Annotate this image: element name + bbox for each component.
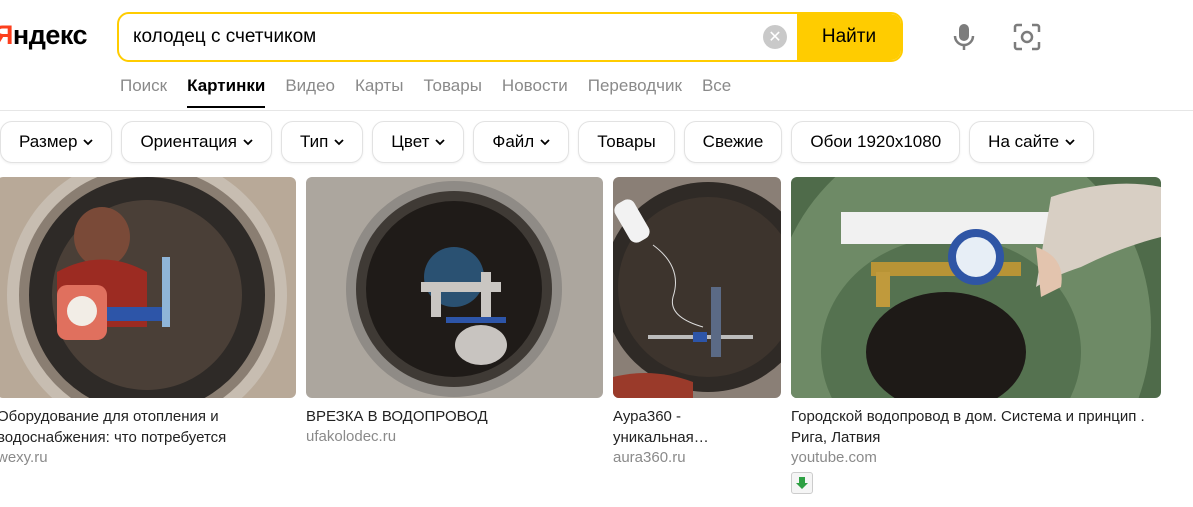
result-title-line: водоснабжения: что потребуется (0, 429, 227, 446)
filter-bar: Размер Ориентация Тип Цвет Файл Товары С… (0, 121, 1095, 163)
result-thumbnail[interactable] (791, 177, 1161, 398)
result-thumbnail[interactable] (613, 177, 781, 398)
result-title-line: Городской водопровод в дом. Система и пр… (791, 408, 1145, 425)
filter-label: Тип (299, 132, 329, 151)
image-search-button[interactable] (1012, 22, 1042, 57)
image-result-card[interactable]: Оборудование для отопления и водоснабжен… (0, 177, 296, 466)
result-title[interactable]: Аура360 - уникальная… (613, 406, 781, 448)
clear-search-button[interactable]: ✕ (763, 25, 787, 49)
filter-wallpapers[interactable]: Обои 1920x1080 (791, 121, 961, 163)
download-badge[interactable] (791, 472, 813, 494)
result-title-line: Аура360 - (613, 408, 682, 425)
green-well-meter-image (791, 177, 1161, 398)
result-host[interactable]: wexy.ru (0, 449, 296, 466)
result-title[interactable]: Оборудование для отопления и водоснабжен… (0, 406, 296, 448)
filter-label: Цвет (391, 132, 430, 151)
filter-label: Обои 1920x1080 (810, 132, 942, 151)
header-divider (0, 110, 1193, 111)
close-icon: ✕ (768, 29, 782, 46)
result-thumbnail[interactable] (306, 177, 603, 398)
well-meter-image (613, 177, 781, 398)
result-thumbnail[interactable] (0, 177, 296, 398)
chevron-down-icon (540, 139, 550, 146)
filter-products[interactable]: Товары (578, 121, 675, 163)
filter-label: Товары (597, 132, 656, 151)
filter-label: Файл (492, 132, 535, 151)
filter-label: Размер (19, 132, 78, 151)
image-result-card[interactable]: Городской водопровод в дом. Система и пр… (791, 177, 1161, 494)
chevron-down-icon (1065, 139, 1075, 146)
tab-translator[interactable]: Переводчик (588, 76, 682, 108)
filter-size[interactable]: Размер (0, 121, 113, 163)
filter-orientation[interactable]: Ориентация (121, 121, 272, 163)
result-title-line: уникальная… (613, 429, 709, 446)
search-input[interactable] (119, 14, 763, 60)
result-title-line: Рига, Латвия (791, 429, 881, 446)
well-worker-image (0, 177, 296, 398)
tab-search[interactable]: Поиск (120, 76, 167, 108)
filter-type[interactable]: Тип (280, 121, 364, 163)
result-host[interactable]: youtube.com (791, 449, 1161, 466)
filter-on-site[interactable]: На сайте (969, 121, 1095, 163)
tab-news[interactable]: Новости (502, 76, 568, 108)
yandex-logo[interactable]: Яндекс (0, 20, 88, 51)
filter-label: Свежие (702, 132, 764, 151)
tab-all[interactable]: Все (702, 76, 731, 108)
tab-maps[interactable]: Карты (355, 76, 403, 108)
result-title-line: Оборудование для отопления и (0, 408, 219, 425)
filter-color[interactable]: Цвет (372, 121, 465, 163)
tab-video[interactable]: Видео (285, 76, 335, 108)
tab-images[interactable]: Картинки (187, 76, 266, 108)
result-title-line: ВРЕЗКА В ВОДОПРОВОД (306, 408, 488, 425)
filter-fresh[interactable]: Свежие (683, 121, 783, 163)
filter-file[interactable]: Файл (473, 121, 570, 163)
chevron-down-icon (334, 139, 344, 146)
result-host[interactable]: aura360.ru (613, 449, 781, 466)
result-host[interactable]: ufakolodec.ru (306, 428, 603, 445)
well-pipes-image (306, 177, 603, 398)
search-button[interactable]: Найти (797, 14, 901, 60)
image-result-card[interactable]: Аура360 - уникальная… aura360.ru (613, 177, 781, 466)
image-result-card[interactable]: ВРЕЗКА В ВОДОПРОВОД ufakolodec.ru (306, 177, 603, 445)
filter-label: На сайте (988, 132, 1060, 151)
microphone-icon (953, 24, 975, 50)
chevron-down-icon (83, 139, 94, 146)
download-arrow-icon (796, 477, 808, 489)
chevron-down-icon (435, 139, 446, 146)
tab-products[interactable]: Товары (423, 76, 481, 108)
filter-label: Ориентация (140, 132, 237, 151)
result-title[interactable]: Городской водопровод в дом. Система и пр… (791, 406, 1161, 448)
search-bar: ✕ Найти (117, 12, 903, 62)
chevron-down-icon (243, 139, 253, 146)
result-title[interactable]: ВРЕЗКА В ВОДОПРОВОД (306, 406, 603, 427)
logo-text: Яндекс (0, 20, 88, 50)
voice-search-button[interactable] (950, 22, 978, 57)
camera-lens-icon (1013, 23, 1041, 51)
search-tabs: Поиск Картинки Видео Карты Товары Новост… (120, 76, 751, 108)
